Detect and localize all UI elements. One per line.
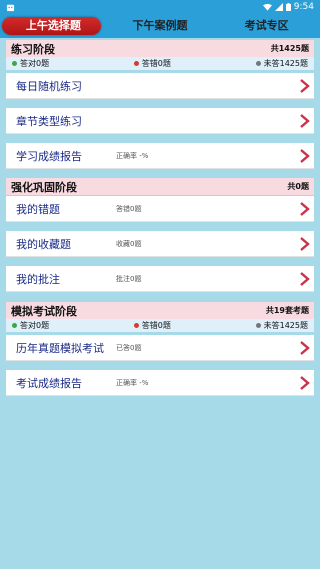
tab-label: 考试专区 (244, 19, 289, 32)
gray-dot-icon (255, 61, 261, 66)
chevron-right-icon (300, 202, 310, 216)
section-count: 共19套考题 (265, 306, 309, 315)
stat-unanswered-text: 未答1425题 (263, 321, 308, 330)
status-right: 9:54 (262, 2, 314, 12)
gray-dot-icon (255, 323, 261, 328)
past-exam-mock-row[interactable]: 历年真题模拟考试 已答0题 (6, 335, 314, 361)
row-label: 我的批注 (16, 272, 60, 286)
chevron-right-icon (300, 376, 310, 390)
tab-exam-zone[interactable]: 考试专区 (213, 14, 320, 38)
row-subtext: 已答0题 (116, 343, 142, 352)
row-label: 我的收藏题 (16, 237, 71, 251)
my-favorites-row[interactable]: 我的收藏题 收藏0题 (6, 231, 314, 257)
chapter-type-practice-row[interactable]: 章节类型练习 (6, 108, 314, 134)
stat-correct: 答对0题 (12, 320, 49, 331)
row-subtext: 收藏0题 (116, 239, 142, 248)
mock-exam-section-header: 模拟考试阶段 共19套考题 (6, 302, 314, 319)
status-bar: 9:54 (0, 0, 320, 14)
section-title: 强化巩固阶段 (11, 180, 77, 194)
section-title: 模拟考试阶段 (11, 304, 77, 318)
chevron-right-icon (300, 79, 310, 93)
wifi-icon (262, 3, 272, 11)
practice-stats-row: 答对0题 答错0题 未答1425题 (6, 57, 314, 70)
mock-stats-row: 答对0题 答错0题 未答1425题 (6, 319, 314, 332)
study-report-row[interactable]: 学习成绩报告 正确率 -% (6, 143, 314, 169)
red-dot-icon (133, 61, 139, 66)
status-time: 9:54 (293, 2, 314, 12)
chevron-right-icon (300, 341, 310, 355)
row-label: 我的错题 (16, 202, 60, 216)
stat-wrong: 答错0题 (133, 320, 171, 331)
row-label: 历年真题模拟考试 (16, 341, 104, 355)
exam-score-report-row[interactable]: 考试成绩报告 正确率 -% (6, 370, 314, 396)
tab-bar: 上午选择题 下午案例题 考试专区 (0, 14, 320, 38)
stat-correct-text: 答对0题 (20, 321, 50, 330)
tab-afternoon-case[interactable]: 下午案例题 (107, 14, 214, 38)
daily-random-practice-row[interactable]: 每日随机练习 (6, 73, 314, 99)
row-label: 每日随机练习 (16, 79, 82, 93)
stat-wrong-text: 答错0题 (141, 59, 171, 68)
my-wrong-questions-row[interactable]: 我的错题 答错0题 (6, 196, 314, 222)
section-title: 练习阶段 (11, 42, 55, 56)
android-icon (6, 4, 15, 11)
row-label: 章节类型练习 (16, 114, 82, 128)
green-dot-icon (12, 61, 17, 66)
red-dot-icon (133, 323, 139, 328)
section-count: 共1425题 (270, 44, 309, 53)
tab-label: 下午案例题 (132, 19, 188, 32)
my-annotations-row[interactable]: 我的批注 批注0题 (6, 266, 314, 292)
row-subtext: 正确率 -% (116, 151, 149, 160)
stat-unanswered: 未答1425题 (255, 58, 308, 69)
battery-icon (285, 3, 291, 11)
stat-correct-text: 答对0题 (20, 59, 50, 68)
row-label: 考试成绩报告 (16, 376, 82, 390)
chevron-right-icon (300, 114, 310, 128)
status-left (6, 3, 15, 12)
row-subtext: 答错0题 (116, 204, 142, 213)
row-label: 学习成绩报告 (16, 149, 82, 163)
chevron-right-icon (300, 272, 310, 286)
reinforce-section-header: 强化巩固阶段 共0题 (6, 178, 314, 195)
practice-section-header: 练习阶段 共1425题 (6, 40, 314, 57)
row-subtext: 正确率 -% (116, 378, 149, 387)
section-count: 共0题 (287, 182, 309, 191)
stat-unanswered: 未答1425题 (255, 320, 308, 331)
signal-icon (274, 3, 283, 11)
tab-label: 上午选择题 (25, 19, 81, 32)
stat-wrong-text: 答错0题 (141, 321, 171, 330)
tab-morning-choice[interactable]: 上午选择题 (0, 14, 107, 38)
chevron-right-icon (300, 149, 310, 163)
row-subtext: 批注0题 (116, 274, 142, 283)
stat-unanswered-text: 未答1425题 (263, 59, 308, 68)
green-dot-icon (12, 323, 17, 328)
chevron-right-icon (300, 237, 310, 251)
stat-wrong: 答错0题 (133, 58, 171, 69)
stat-correct: 答对0题 (12, 58, 49, 69)
